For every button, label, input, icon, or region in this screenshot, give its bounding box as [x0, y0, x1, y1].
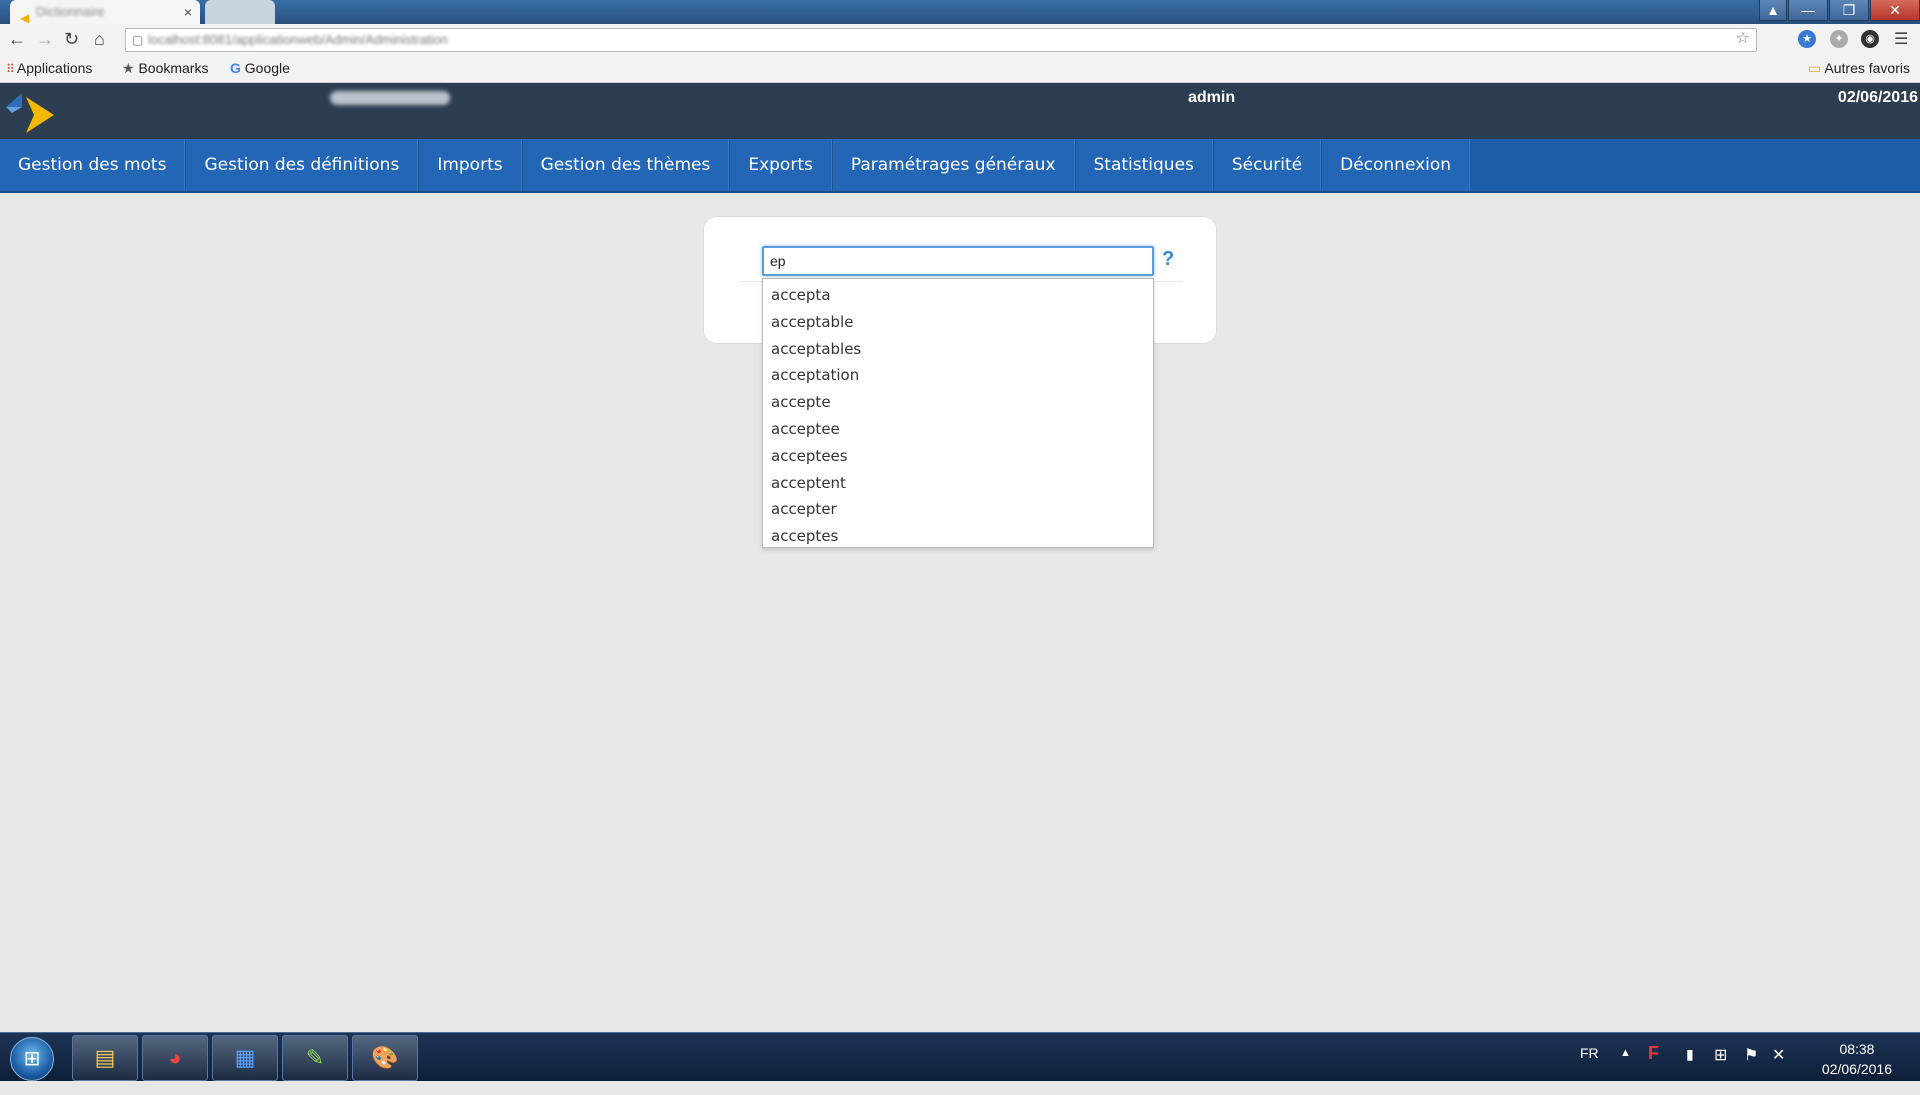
maximize-button[interactable]: ❐ [1829, 0, 1869, 21]
nav-gestion-des-themes[interactable]: Gestion des thèmes [521, 139, 730, 191]
menu-icon[interactable]: ☰ [1894, 29, 1908, 49]
bookmark-applications[interactable]: ⠿ Applications [6, 60, 92, 76]
extension-dropbox-icon[interactable]: ✦ [1830, 30, 1848, 48]
nav-exports[interactable]: Exports [729, 139, 832, 191]
tab-close-icon[interactable]: × [184, 0, 192, 24]
autocomplete-item[interactable]: acceptes [763, 523, 1153, 550]
clock-time: 08:38 [1839, 1041, 1875, 1057]
clock-date: 02/06/2016 [1821, 1061, 1892, 1077]
site-name-blurred [330, 91, 450, 105]
notepad-icon[interactable]: ✎ [282, 1035, 348, 1081]
nav-deconnexion[interactable]: Déconnexion [1321, 139, 1471, 191]
network-icon[interactable]: ▮ [1686, 1046, 1694, 1094]
nav-parametrages-generaux[interactable]: Paramétrages généraux [831, 139, 1075, 191]
autocomplete-item[interactable]: acceptation [763, 362, 1153, 389]
nav-statistiques[interactable]: Statistiques [1074, 139, 1213, 191]
start-button[interactable]: ⊞ [10, 1037, 54, 1081]
browser-toolbar: ← → ↻ ⌂ ▢ localhost:8081/applicationweb/… [0, 24, 1920, 56]
volume-muted-icon[interactable]: ✕ [1772, 1045, 1785, 1093]
page-icon: ▢ [132, 33, 144, 47]
folder-icon: ▭ [1808, 60, 1822, 76]
search-input[interactable] [762, 246, 1154, 276]
app-header: admin 02/06/2016 [0, 83, 1920, 139]
autocomplete-item[interactable]: accepter [763, 496, 1153, 523]
app-logo-icon[interactable] [4, 85, 56, 137]
autocomplete-item[interactable]: acceptees [763, 443, 1153, 470]
browser-tab-active[interactable]: ◀ Dictionnaire × [10, 0, 200, 25]
autocomplete-item[interactable]: acceptent [763, 470, 1153, 497]
autocomplete-item[interactable]: accepte [763, 389, 1153, 416]
current-user: admin [1188, 89, 1236, 106]
browser-new-tab[interactable] [205, 0, 275, 24]
other-bookmarks-label: Autres favoris [1824, 60, 1910, 76]
bookmark-google[interactable]: G Google [230, 60, 290, 76]
language-indicator[interactable]: FR [1580, 1045, 1599, 1093]
minimize-button[interactable]: — [1788, 0, 1828, 21]
autocomplete-item[interactable]: accepta [763, 282, 1153, 309]
help-icon[interactable]: ? [1162, 248, 1174, 271]
autocomplete-item[interactable]: acceptable [763, 309, 1153, 336]
close-window-button[interactable]: ✕ [1870, 0, 1920, 21]
forward-icon[interactable]: → [36, 29, 54, 50]
autocomplete-item[interactable]: acceptee [763, 416, 1153, 443]
explorer-icon[interactable]: ▤ [72, 1035, 138, 1081]
bookmark-label: Applications [16, 60, 93, 76]
paint-icon[interactable]: 🎨 [352, 1035, 418, 1081]
chrome-icon[interactable]: ◕ [142, 1035, 208, 1081]
windows-taskbar: ⊞ ▤ ◕ ▦ ✎ 🎨 FR ▲ F ▮ ⊞ ⚑ ✕ 08:38 02/06/2… [0, 1032, 1920, 1081]
extension-shield-icon[interactable]: ◉ [1861, 30, 1879, 48]
nav-gestion-des-definitions[interactable]: Gestion des définitions [185, 139, 419, 191]
filezilla-icon[interactable]: F [1648, 1043, 1659, 1091]
system-clock[interactable]: 08:38 02/06/2016 [1822, 1039, 1892, 1079]
action-center-icon[interactable]: ⚑ [1744, 1045, 1758, 1093]
extension-star-icon[interactable]: ★ [1798, 30, 1816, 48]
star-icon: ★ [122, 60, 135, 76]
other-bookmarks[interactable]: ▭ Autres favoris [1808, 60, 1910, 77]
bookmark-label: Bookmarks [138, 60, 209, 76]
header-date: 02/06/2016 [1837, 89, 1918, 106]
window-controls: ▲ — ❐ ✕ [1758, 0, 1920, 22]
tab-title: Dictionnaire [36, 4, 105, 19]
address-url: localhost:8081/applicationweb/Admin/Admi… [148, 32, 448, 47]
nav-securite[interactable]: Sécurité [1212, 139, 1322, 191]
bookmarks-bar: ⠿ Applications ★ Bookmarks G Google ▭ Au… [0, 56, 1920, 83]
nav-gestion-des-mots[interactable]: Gestion des mots [0, 139, 186, 191]
reload-icon[interactable]: ↻ [64, 29, 79, 50]
main-nav: Gestion des mots Gestion des définitions… [0, 139, 1920, 193]
user-profile-icon[interactable]: ▲ [1759, 0, 1787, 21]
windows-flag-icon[interactable]: ⊞ [1714, 1045, 1727, 1093]
nav-imports[interactable]: Imports [418, 139, 522, 191]
back-icon[interactable]: ← [8, 29, 26, 50]
bookmark-star-icon[interactable]: ☆ [1736, 28, 1750, 50]
google-icon: G [230, 60, 241, 76]
home-icon[interactable]: ⌂ [94, 29, 105, 50]
bookmark-label: Google [244, 60, 290, 76]
calculator-icon[interactable]: ▦ [212, 1035, 278, 1081]
bookmark-bookmarks[interactable]: ★ Bookmarks [122, 60, 208, 77]
autocomplete-item[interactable]: acceptables [763, 336, 1153, 363]
browser-titlebar: ◀ Dictionnaire × ▲ — ❐ ✕ [0, 0, 1920, 25]
apps-grid-icon: ⠿ [6, 62, 15, 76]
show-hidden-icons-icon[interactable]: ▲ [1620, 1047, 1631, 1095]
autocomplete-list: accepta acceptable acceptables acceptati… [762, 278, 1154, 548]
address-bar[interactable]: ▢ localhost:8081/applicationweb/Admin/Ad… [125, 28, 1757, 52]
